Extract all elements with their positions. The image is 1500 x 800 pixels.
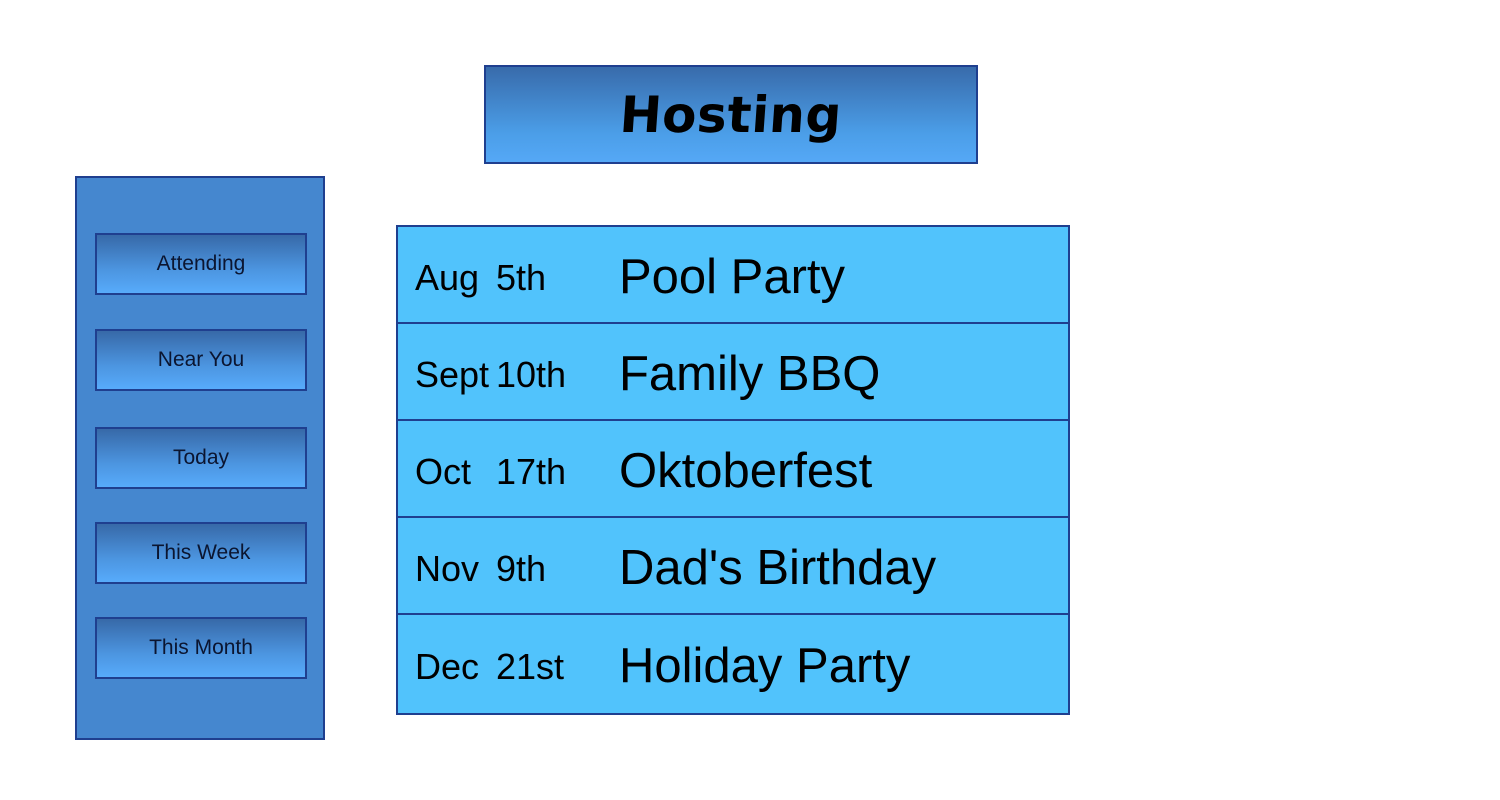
event-name: Family BBQ (619, 347, 881, 401)
event-row[interactable]: Dec 21st Holiday Party (398, 616, 1068, 713)
page-title: Hosting (618, 85, 844, 144)
event-day: 21st (496, 646, 565, 687)
event-month: Aug (415, 257, 480, 298)
event-day: 9th (496, 548, 547, 589)
page-title-banner: Hosting (484, 65, 978, 164)
event-day: 10th (496, 354, 567, 395)
event-month: Nov (415, 548, 480, 589)
event-row[interactable]: Sept 10th Family BBQ (398, 324, 1068, 421)
sidebar: Attending Near You Today This Week This … (75, 176, 325, 740)
sidebar-item-today[interactable]: Today (95, 427, 307, 489)
event-list: Aug 5th Pool Party Sept 10th Family BBQ … (396, 225, 1070, 715)
sidebar-item-near-you[interactable]: Near You (95, 329, 307, 391)
event-name: Oktoberfest (619, 444, 873, 498)
event-name: Holiday Party (619, 639, 911, 693)
event-day: 17th (496, 451, 567, 492)
event-row[interactable]: Nov 9th Dad's Birthday (398, 518, 1068, 615)
event-month: Dec (415, 646, 480, 687)
event-name: Dad's Birthday (619, 541, 937, 595)
event-row[interactable]: Aug 5th Pool Party (398, 227, 1068, 324)
sidebar-item-attending[interactable]: Attending (95, 233, 307, 295)
event-name: Pool Party (619, 250, 846, 304)
sidebar-item-this-week[interactable]: This Week (95, 522, 307, 584)
event-day: 5th (496, 257, 547, 298)
sidebar-item-this-month[interactable]: This Month (95, 617, 307, 679)
event-month: Oct (415, 451, 472, 492)
event-row[interactable]: Oct 17th Oktoberfest (398, 421, 1068, 518)
event-month: Sept (415, 354, 490, 395)
